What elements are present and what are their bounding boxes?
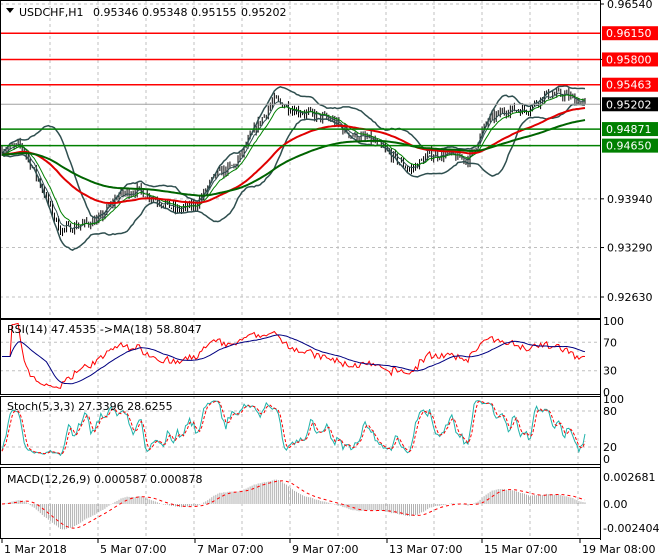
- macd-signal-line: [1, 480, 586, 529]
- price-tick-label: 0.96540: [607, 0, 653, 11]
- rsi-tick-label: 30: [603, 365, 617, 378]
- symbol-label: USDCHF,H1: [19, 6, 84, 19]
- rsi-label: RSI(14) 47.4535 ->MA(18) 58.8047: [7, 323, 202, 336]
- price-tick-label: 0.93940: [607, 193, 653, 206]
- level-label: 0.94871: [606, 123, 652, 136]
- macd-panel[interactable]: [1, 479, 586, 530]
- stoch-label: Stoch(5,3,3) 27.3396 28.6255: [7, 400, 173, 413]
- macd-tick-label: 0.00: [603, 498, 628, 511]
- level-label: 0.96150: [606, 27, 652, 40]
- level-label: 0.94650: [606, 140, 652, 153]
- macd-tick-label: 0.002681: [603, 471, 656, 484]
- grid: [0, 0, 600, 538]
- dropdown-triangle-icon[interactable]: [6, 8, 14, 13]
- price-tick-label: 0.92630: [607, 291, 653, 304]
- price-tick-label: 0.93290: [607, 242, 653, 255]
- time-label: 13 Mar 07:00: [389, 543, 462, 556]
- rsi-ma-line: [2, 334, 586, 385]
- time-label: 15 Mar 07:00: [484, 543, 557, 556]
- chart-window[interactable]: 0.96540 0.95800 0.93940 0.93290 0.92630 0.961…: [0, 0, 660, 560]
- time-label: 19 Mar 08:00: [582, 543, 655, 556]
- ma-10: [1, 94, 586, 226]
- price-scale[interactable]: 0.96540 0.95800 0.93940 0.93290 0.92630 0.961…: [600, 0, 659, 540]
- header: USDCHF,H1 0.95346 0.95348 0.95155 0.9520…: [6, 6, 287, 19]
- macd-tick-label: -0.002404: [603, 522, 659, 535]
- time-axis[interactable]: 1 Mar 2018 5 Mar 07:00 7 Mar 07:00 9 Mar 07…: [1, 538, 655, 556]
- panel-frames: [0, 0, 601, 539]
- level-lines[interactable]: [0, 32, 600, 147]
- price-panel[interactable]: [1, 85, 586, 251]
- rsi-tick-label: 70: [603, 336, 617, 349]
- stoch-tick-label: 80: [603, 405, 617, 418]
- chart-canvas[interactable]: 0.96540 0.95800 0.93940 0.93290 0.92630 0.961…: [0, 0, 660, 560]
- high-value: 0.95348: [142, 6, 188, 19]
- stoch-tick-label: 0: [603, 453, 610, 466]
- time-label: 1 Mar 2018: [4, 543, 67, 556]
- time-label: 5 Mar 07:00: [100, 543, 166, 556]
- panel-frame: [0, 0, 601, 319]
- open-value: 0.95346: [93, 6, 139, 19]
- time-label: 7 Mar 07:00: [197, 543, 263, 556]
- macd-label: MACD(12,26,9) 0.000587 0.000878: [7, 473, 203, 486]
- ma-100: [1, 119, 586, 197]
- close-value: 0.95202: [241, 6, 287, 19]
- current-price-label: 0.95202: [606, 98, 652, 111]
- low-value: 0.95155: [191, 6, 237, 19]
- rsi-tick-label: 100: [603, 315, 624, 328]
- level-label: 0.95800: [606, 53, 652, 66]
- bollinger-lower: [1, 103, 586, 251]
- ma-fast: [1, 92, 585, 230]
- time-label: 9 Mar 07:00: [292, 543, 358, 556]
- level-label: 0.95463: [606, 79, 652, 92]
